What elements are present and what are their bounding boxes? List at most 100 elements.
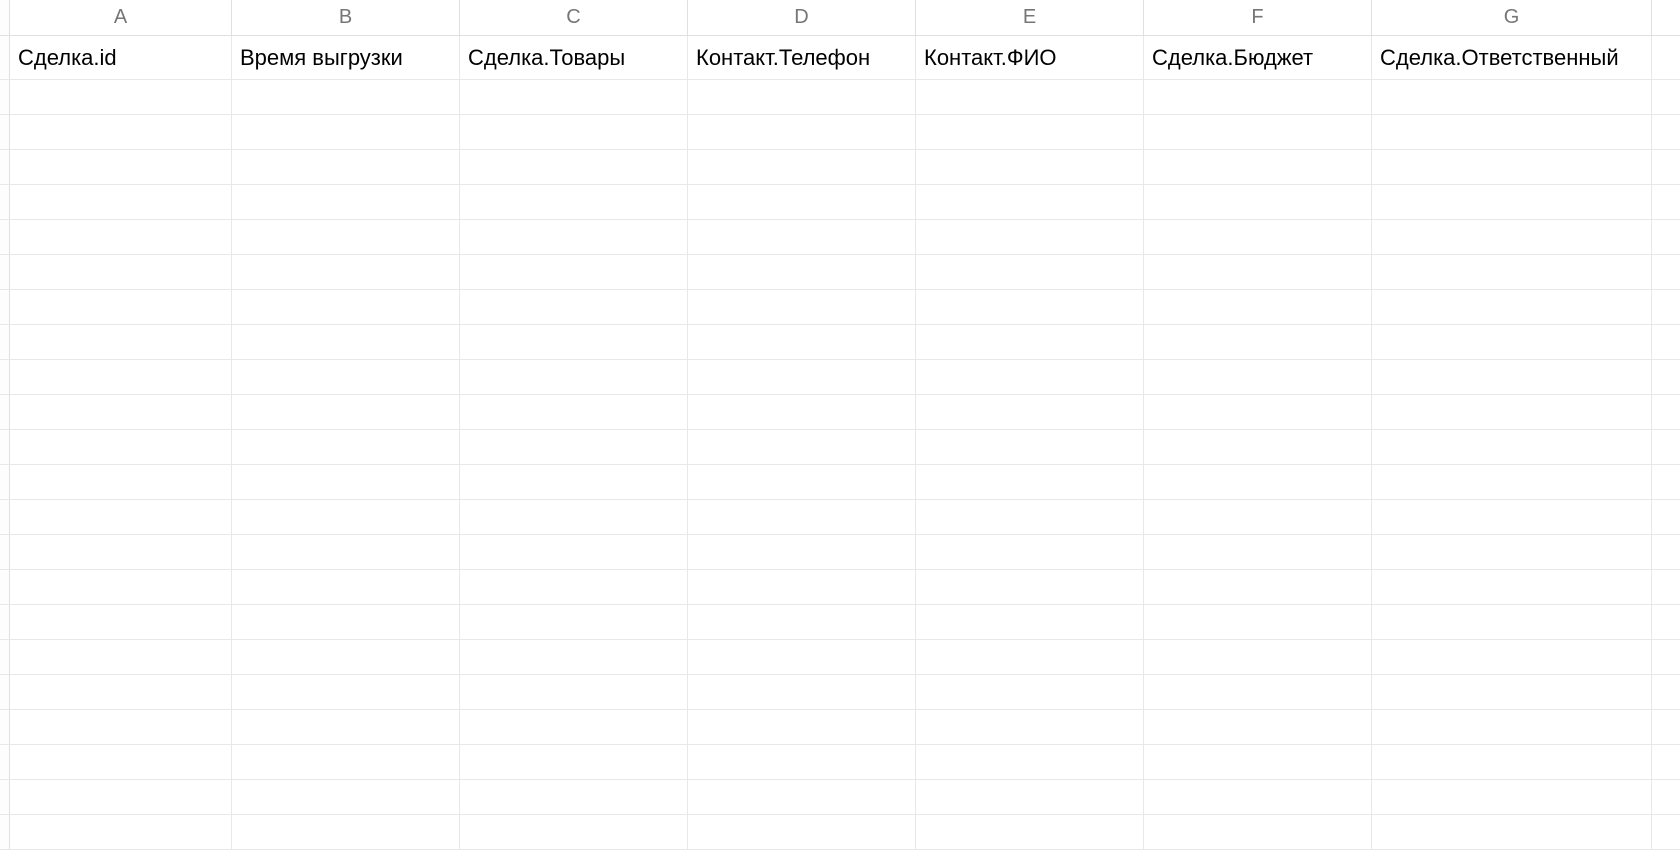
cell-E22[interactable] (916, 780, 1144, 814)
cell-A8[interactable] (10, 290, 232, 324)
cell-A9[interactable] (10, 325, 232, 359)
column-header-E[interactable]: E (916, 0, 1144, 35)
cell-B9[interactable] (232, 325, 460, 359)
cell-H1[interactable] (1652, 36, 1680, 79)
row-number-gutter[interactable] (0, 395, 10, 429)
cell-B8[interactable] (232, 290, 460, 324)
cell-A22[interactable] (10, 780, 232, 814)
row-number-gutter[interactable] (0, 500, 10, 534)
cell-B11[interactable] (232, 395, 460, 429)
cell-B17[interactable] (232, 605, 460, 639)
cell-X13[interactable] (1652, 465, 1680, 499)
cell-C23[interactable] (460, 815, 688, 849)
cell-E13[interactable] (916, 465, 1144, 499)
cell-G16[interactable] (1372, 570, 1652, 604)
row-number-gutter[interactable] (0, 360, 10, 394)
row-number-gutter[interactable] (0, 325, 10, 359)
cell-C4[interactable] (460, 150, 688, 184)
cell-C8[interactable] (460, 290, 688, 324)
cell-F15[interactable] (1144, 535, 1372, 569)
cell-X21[interactable] (1652, 745, 1680, 779)
cell-A6[interactable] (10, 220, 232, 254)
cell-D12[interactable] (688, 430, 916, 464)
cell-C13[interactable] (460, 465, 688, 499)
cell-F19[interactable] (1144, 675, 1372, 709)
cell-D9[interactable] (688, 325, 916, 359)
cell-A21[interactable] (10, 745, 232, 779)
cell-B6[interactable] (232, 220, 460, 254)
cell-C2[interactable] (460, 80, 688, 114)
cell-C22[interactable] (460, 780, 688, 814)
cell-X20[interactable] (1652, 710, 1680, 744)
cell-B15[interactable] (232, 535, 460, 569)
row-number-gutter[interactable] (0, 115, 10, 149)
row-number-gutter[interactable] (0, 465, 10, 499)
cell-E16[interactable] (916, 570, 1144, 604)
select-all-corner[interactable] (0, 0, 10, 35)
column-header-next[interactable] (1652, 0, 1680, 35)
cell-E18[interactable] (916, 640, 1144, 674)
cell-D16[interactable] (688, 570, 916, 604)
row-number-gutter[interactable] (0, 710, 10, 744)
row-number-gutter[interactable] (0, 640, 10, 674)
cell-A15[interactable] (10, 535, 232, 569)
cell-X10[interactable] (1652, 360, 1680, 394)
row-number-gutter[interactable] (0, 815, 10, 849)
row-number-gutter[interactable] (0, 290, 10, 324)
cell-X17[interactable] (1652, 605, 1680, 639)
cell-A16[interactable] (10, 570, 232, 604)
cell-A2[interactable] (10, 80, 232, 114)
cell-E4[interactable] (916, 150, 1144, 184)
cell-E14[interactable] (916, 500, 1144, 534)
row-number-gutter[interactable] (0, 675, 10, 709)
cell-X6[interactable] (1652, 220, 1680, 254)
row-number-gutter[interactable] (0, 535, 10, 569)
cell-B20[interactable] (232, 710, 460, 744)
cell-C18[interactable] (460, 640, 688, 674)
cell-C19[interactable] (460, 675, 688, 709)
cell-G17[interactable] (1372, 605, 1652, 639)
cell-D4[interactable] (688, 150, 916, 184)
cell-G19[interactable] (1372, 675, 1652, 709)
cell-B3[interactable] (232, 115, 460, 149)
row-number-gutter[interactable] (0, 780, 10, 814)
cell-A20[interactable] (10, 710, 232, 744)
cell-G4[interactable] (1372, 150, 1652, 184)
row-number-gutter[interactable] (0, 255, 10, 289)
cell-D5[interactable] (688, 185, 916, 219)
cell-F3[interactable] (1144, 115, 1372, 149)
cell-E6[interactable] (916, 220, 1144, 254)
cell-E10[interactable] (916, 360, 1144, 394)
cell-B14[interactable] (232, 500, 460, 534)
cell-X15[interactable] (1652, 535, 1680, 569)
cell-G2[interactable] (1372, 80, 1652, 114)
column-header-F[interactable]: F (1144, 0, 1372, 35)
cell-F11[interactable] (1144, 395, 1372, 429)
cell-G5[interactable] (1372, 185, 1652, 219)
cell-C1[interactable]: Сделка.Товары (460, 36, 688, 79)
cell-A10[interactable] (10, 360, 232, 394)
cell-G14[interactable] (1372, 500, 1652, 534)
cell-D18[interactable] (688, 640, 916, 674)
cell-E11[interactable] (916, 395, 1144, 429)
cell-A1[interactable]: Сделка.id (10, 36, 232, 79)
cell-C7[interactable] (460, 255, 688, 289)
cell-F21[interactable] (1144, 745, 1372, 779)
cell-B19[interactable] (232, 675, 460, 709)
cell-A14[interactable] (10, 500, 232, 534)
cell-D11[interactable] (688, 395, 916, 429)
cell-F17[interactable] (1144, 605, 1372, 639)
cell-X16[interactable] (1652, 570, 1680, 604)
cell-B22[interactable] (232, 780, 460, 814)
cell-G22[interactable] (1372, 780, 1652, 814)
cell-X14[interactable] (1652, 500, 1680, 534)
cell-X23[interactable] (1652, 815, 1680, 849)
cell-X9[interactable] (1652, 325, 1680, 359)
cell-D17[interactable] (688, 605, 916, 639)
cell-X18[interactable] (1652, 640, 1680, 674)
row-number-gutter[interactable] (0, 185, 10, 219)
cell-F22[interactable] (1144, 780, 1372, 814)
row-number-gutter[interactable] (0, 36, 10, 79)
cell-B13[interactable] (232, 465, 460, 499)
cell-E9[interactable] (916, 325, 1144, 359)
